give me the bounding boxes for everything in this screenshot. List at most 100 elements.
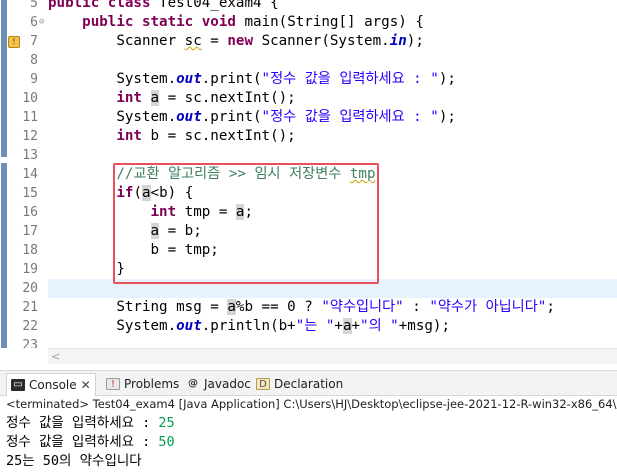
code-token: System.: [48, 318, 177, 334]
line-number: 23: [22, 338, 38, 348]
code-token: static: [141, 14, 202, 30]
fold-collapse-icon[interactable]: ⊖: [39, 13, 44, 32]
code-token: "정수 값을 입력하세요 : ": [261, 109, 439, 125]
console-text: 정수 값을 입력하세요 :: [6, 415, 159, 431]
line-number: 13: [22, 148, 38, 163]
code-token: );: [438, 109, 456, 125]
line-number: 10: [22, 91, 38, 106]
code-line[interactable]: String msg = a%b == 0 ? "약수입니다" : "약수가 아…: [48, 298, 555, 317]
code-token: System.: [48, 109, 177, 125]
swap-algorithm-highlight-box: [113, 163, 379, 284]
tab-console[interactable]: ▭ Console ✕: [6, 373, 96, 396]
console-user-input: 25: [158, 415, 175, 431]
console-launch-description: <terminated> Test04_exam4 [Java Applicat…: [0, 396, 617, 413]
tab-declaration-label: Declaration: [274, 377, 344, 391]
scroll-left-icon[interactable]: <: [51, 350, 60, 363]
line-number: 8: [30, 53, 38, 68]
code-token: out: [176, 109, 202, 125]
code-line[interactable]: System.out.println(b+"는 "+a+"의 "+msg);: [48, 317, 450, 336]
code-token: = sc.nextInt();: [159, 90, 296, 106]
code-token: void: [201, 14, 245, 30]
code-token: a: [342, 318, 352, 334]
code-token: out: [176, 318, 202, 334]
code-token: int: [116, 128, 151, 144]
line-number: 16: [22, 205, 38, 220]
close-icon[interactable]: ✕: [81, 378, 91, 392]
code-token: );: [438, 71, 456, 87]
console-icon: ▭: [11, 379, 25, 391]
view-tab-bar: ▭ Console ✕ ! Problems @ Javadoc D Decla…: [0, 370, 617, 396]
tab-problems-label: Problems: [124, 377, 180, 391]
code-token: sc: [184, 33, 202, 49]
code-line[interactable]: int b = sc.nextInt();: [48, 127, 296, 146]
code-token: ;: [546, 299, 555, 315]
code-line[interactable]: Scanner sc = new Scanner(System.in);: [48, 32, 424, 51]
code-line[interactable]: public static void main(String[] args) {: [48, 13, 424, 32]
line-number: 18: [22, 243, 38, 258]
code-token: +: [334, 318, 343, 334]
code-token: String msg =: [48, 299, 228, 315]
code-token: a: [150, 90, 160, 106]
change-marker: [1, 0, 7, 157]
tab-declaration[interactable]: D Declaration: [256, 374, 343, 394]
code-token: .print(: [201, 109, 262, 125]
code-token: in: [389, 33, 407, 49]
code-token: "는 ": [295, 318, 335, 334]
code-line[interactable]: int a = sc.nextInt();: [48, 89, 296, 108]
code-line[interactable]: System.out.print("정수 값을 입력하세요 : ");: [48, 70, 456, 89]
code-token: .println(b+: [201, 318, 296, 334]
code-token: +: [351, 318, 361, 334]
code-token: "약수입니다": [321, 299, 404, 315]
line-number: 17: [22, 224, 38, 239]
overview-ruler: [0, 0, 8, 348]
code-token: int: [116, 90, 151, 106]
line-number: 21: [22, 300, 38, 315]
code-token: +msg);: [398, 318, 450, 334]
line-number: 9: [30, 72, 38, 87]
code-token: "정수 값을 입력하세요 : ": [261, 71, 439, 87]
horizontal-scrollbar[interactable]: <: [48, 348, 617, 364]
tab-problems[interactable]: ! Problems: [106, 374, 179, 394]
code-token: Test04_exam4 {: [159, 0, 279, 11]
console-text: 25는 50의 약수입니다: [6, 453, 142, 469]
line-number: 20: [22, 281, 38, 296]
console-output-line: 25는 50의 약수입니다: [6, 452, 142, 471]
warning-icon[interactable]: !: [8, 36, 20, 48]
code-line[interactable]: System.out.print("정수 값을 입력하세요 : ");: [48, 108, 456, 127]
code-token: b = sc.nextInt();: [150, 128, 296, 144]
change-marker: [1, 163, 7, 348]
tab-javadoc-label: Javadoc: [204, 377, 251, 391]
line-number-gutter: 5 6 ⊖ 7! 8 9 10 11 12 13 14 15 16 17 18 19 20 21 22 23: [8, 0, 44, 348]
declaration-icon: D: [256, 378, 270, 390]
line-number: 15: [22, 186, 38, 201]
code-token: new: [227, 33, 262, 49]
code-token: out: [176, 71, 202, 87]
code-token: main(String[] args) {: [244, 14, 424, 30]
code-token: "약수가 아닙니다": [429, 299, 547, 315]
console-user-input: 50: [158, 434, 175, 450]
code-editor[interactable]: 5 6 ⊖ 7! 8 9 10 11 12 13 14 15 16 17 18 19 20 21 22 23 publ…: [0, 0, 617, 348]
console-text: 정수 값을 입력하세요 :: [6, 434, 159, 450]
code-line[interactable]: public class Test04_exam4 {: [48, 0, 279, 13]
code-token: "의 ": [360, 318, 399, 334]
tab-javadoc[interactable]: @ Javadoc: [186, 374, 251, 394]
console-output-line: 정수 값을 입력하세요 : 25: [6, 414, 175, 433]
line-number: 5: [30, 0, 38, 11]
code-token: Scanner: [48, 33, 185, 49]
code-token: class: [107, 0, 160, 11]
code-token: .print(: [201, 71, 262, 87]
line-number: 11: [22, 110, 38, 125]
code-token: :: [403, 299, 430, 315]
line-number: 6: [30, 15, 38, 30]
code-token: %b == 0 ?: [235, 299, 322, 315]
code-token: a: [227, 299, 236, 315]
code-token: Scanner(System.: [261, 33, 390, 49]
at-icon: @: [188, 378, 198, 389]
code-token: =: [201, 33, 228, 49]
console-output-line: 정수 값을 입력하세요 : 50: [6, 433, 175, 452]
code-token: public: [82, 14, 142, 30]
code-token: System.: [48, 71, 177, 87]
